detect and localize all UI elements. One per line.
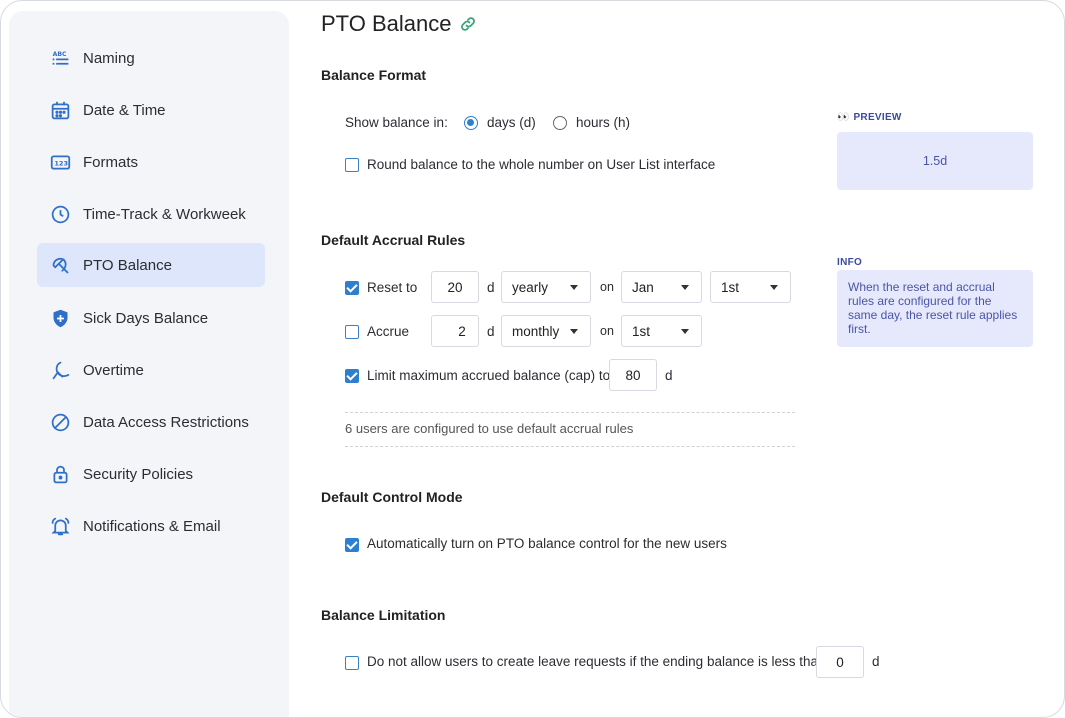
auto-control-checkbox[interactable]	[345, 538, 359, 552]
cap-label[interactable]: Limit maximum accrued balance (cap) to	[367, 368, 610, 383]
reset-period-value: yearly	[512, 279, 549, 295]
hours-radio-label[interactable]: hours (h)	[576, 115, 630, 130]
sidebar-item-label: Security Policies	[83, 465, 194, 483]
cap-value-input[interactable]: 80	[609, 359, 657, 391]
clock-icon	[49, 203, 71, 225]
chevron-down-icon	[681, 329, 689, 334]
chevron-down-icon	[570, 285, 578, 290]
page-title: PTO Balance	[321, 11, 452, 36]
cap-value-text: 80	[625, 367, 641, 383]
medical-shield-icon	[49, 307, 71, 329]
reset-value-input[interactable]: 20	[431, 271, 479, 303]
sidebar-item-data-access[interactable]: Data Access Restrictions	[37, 400, 265, 444]
info-text: When the reset and accrual rules are con…	[848, 280, 1018, 336]
preview-header: 👀 PREVIEW	[837, 112, 902, 123]
prohibited-icon	[49, 411, 71, 433]
moon-person-icon	[49, 359, 71, 381]
sidebar-item-label: Sick Days Balance	[83, 309, 209, 327]
beach-umbrella-icon	[49, 254, 71, 276]
sidebar-item-label: Naming	[83, 49, 135, 67]
sidebar-item-formats[interactable]: 123 Formats	[37, 140, 265, 184]
sidebar-item-naming[interactable]: ABC Naming	[37, 36, 265, 80]
sidebar-item-label: Time-Track & Workweek	[83, 205, 246, 223]
divider	[345, 412, 795, 413]
reset-on-label: on	[600, 280, 614, 294]
show-balance-label: Show balance in:	[345, 115, 448, 130]
settings-sidebar: ABC Naming Date & Time 123 Formats Time-…	[9, 11, 289, 717]
accrue-label[interactable]: Accrue	[367, 324, 409, 339]
reset-day-value: 1st	[721, 279, 740, 295]
cap-checkbox[interactable]	[345, 369, 359, 383]
limit-checkbox[interactable]	[345, 656, 359, 670]
cap-unit: d	[665, 368, 673, 383]
reset-checkbox[interactable]	[345, 281, 359, 295]
section-title-balance-limitation: Balance Limitation	[321, 607, 446, 623]
accrue-value-text: 2	[458, 323, 466, 339]
reset-month-select[interactable]: Jan	[621, 271, 702, 303]
accrue-period-select[interactable]: monthly	[501, 315, 591, 347]
sidebar-item-sick-days[interactable]: Sick Days Balance	[37, 296, 265, 340]
accrue-on-label: on	[600, 324, 614, 338]
info-label: INFO	[837, 257, 863, 268]
sidebar-item-pto-balance[interactable]: PTO Balance	[37, 243, 265, 287]
hours-radio[interactable]	[553, 116, 567, 130]
sidebar-item-label: PTO Balance	[83, 256, 172, 274]
bell-icon	[49, 515, 71, 537]
sidebar-item-label: Date & Time	[83, 101, 166, 119]
limit-label[interactable]: Do not allow users to create leave reque…	[367, 654, 826, 669]
reset-label[interactable]: Reset to	[367, 280, 417, 295]
limit-value-text: 0	[836, 654, 844, 670]
accrue-checkbox[interactable]	[345, 325, 359, 339]
svg-text:ABC: ABC	[52, 50, 66, 57]
preview-value: 1.5d	[922, 154, 948, 168]
info-panel: When the reset and accrual rules are con…	[837, 270, 1033, 347]
sidebar-item-date-time[interactable]: Date & Time	[37, 88, 265, 132]
section-title-balance-format: Balance Format	[321, 67, 427, 83]
reset-value-text: 20	[447, 279, 463, 295]
number-format-icon: 123	[49, 151, 71, 173]
svg-text:123: 123	[54, 159, 68, 167]
round-balance-checkbox[interactable]	[345, 158, 359, 172]
sidebar-item-security[interactable]: Security Policies	[37, 452, 265, 496]
section-title-control-mode: Default Control Mode	[321, 489, 463, 505]
sidebar-item-label: Overtime	[83, 361, 144, 379]
app-window: ABC Naming Date & Time 123 Formats Time-…	[0, 0, 1065, 718]
chevron-down-icon	[681, 285, 689, 290]
accrue-unit: d	[487, 324, 495, 339]
sidebar-item-label: Data Access Restrictions	[83, 413, 249, 431]
reset-day-select[interactable]: 1st	[710, 271, 791, 303]
abc-list-icon: ABC	[49, 47, 71, 69]
round-balance-label[interactable]: Round balance to the whole number on Use…	[367, 157, 715, 172]
reset-month-value: Jan	[632, 279, 654, 295]
divider	[345, 446, 795, 447]
link-icon[interactable]	[459, 15, 477, 38]
default-users-note[interactable]: 6 users are configured to use default ac…	[345, 421, 633, 436]
sidebar-item-label: Formats	[83, 153, 139, 171]
calendar-icon	[49, 99, 71, 121]
accrue-value-input[interactable]: 2	[431, 315, 479, 347]
reset-period-select[interactable]: yearly	[501, 271, 591, 303]
sidebar-item-label: Notifications & Email	[83, 517, 221, 535]
days-radio-label[interactable]: days (d)	[487, 115, 536, 130]
auto-control-label[interactable]: Automatically turn on PTO balance contro…	[367, 536, 727, 551]
main-content: PTO Balance Balance Format Show balance …	[321, 1, 1064, 717]
sidebar-item-notifications[interactable]: Notifications & Email	[37, 504, 265, 548]
sidebar-item-time-track[interactable]: Time-Track & Workweek	[37, 192, 265, 236]
sidebar-item-overtime[interactable]: Overtime	[37, 348, 265, 392]
lock-icon	[49, 463, 71, 485]
days-radio[interactable]	[464, 116, 478, 130]
chevron-down-icon	[770, 285, 778, 290]
limit-unit: d	[872, 654, 880, 669]
eyes-icon: 👀	[837, 112, 850, 123]
accrue-day-select[interactable]: 1st	[621, 315, 702, 347]
accrue-period-value: monthly	[512, 323, 560, 339]
accrue-day-value: 1st	[632, 323, 651, 339]
section-title-accrual-rules: Default Accrual Rules	[321, 232, 466, 248]
preview-label: PREVIEW	[853, 112, 902, 123]
preview-panel: 1.5d	[837, 132, 1033, 190]
reset-unit: d	[487, 280, 495, 295]
chevron-down-icon	[570, 329, 578, 334]
limit-value-input[interactable]: 0	[816, 646, 864, 678]
